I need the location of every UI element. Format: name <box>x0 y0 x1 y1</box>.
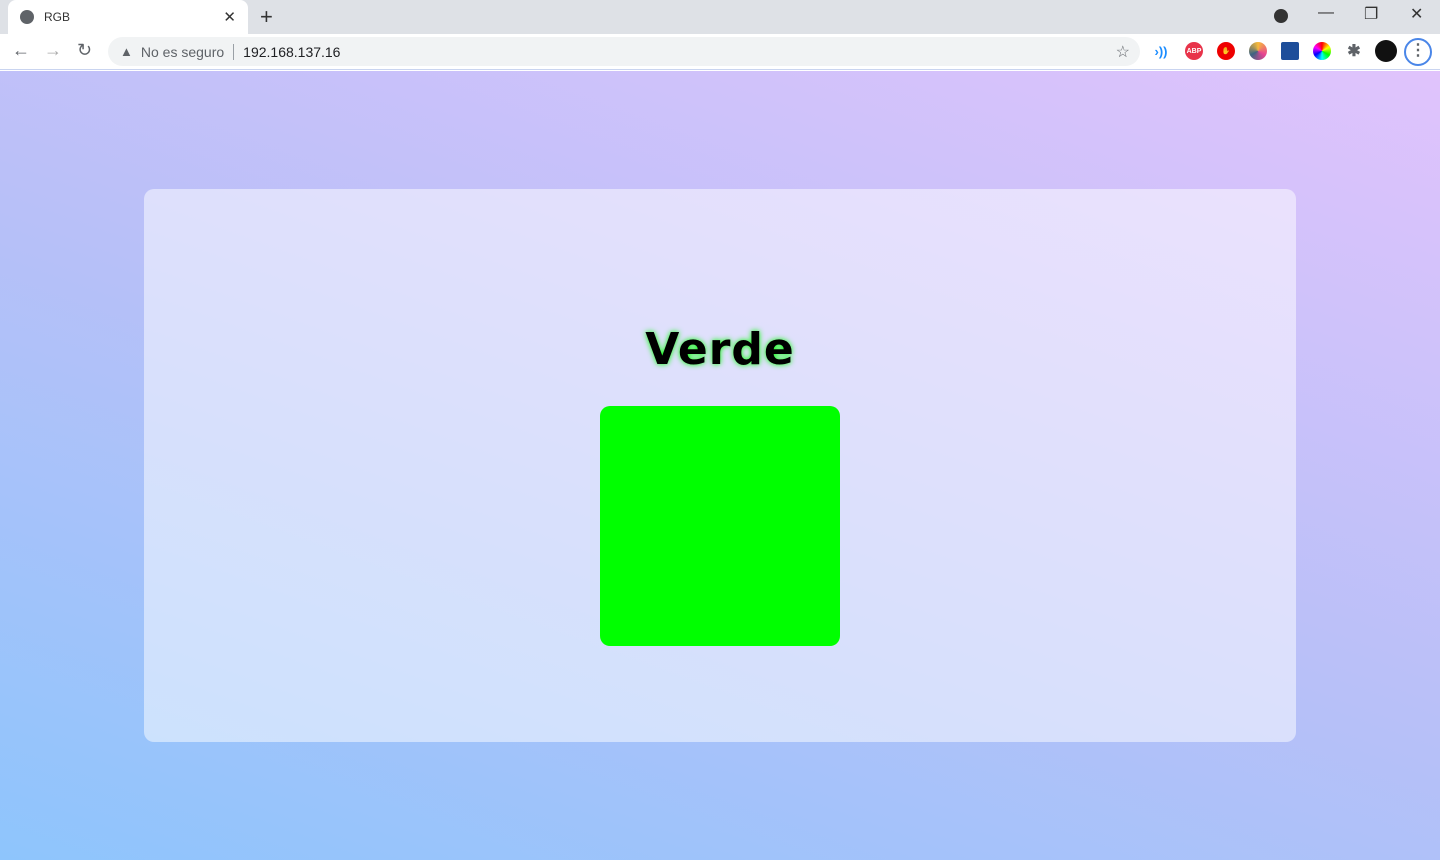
divider <box>233 43 235 60</box>
puzzle-icon[interactable]: ✱ <box>1345 42 1363 60</box>
toolbar: ← → ↻ ▲ No es seguro 192.168.137.16 ☆ ›)… <box>0 34 1440 70</box>
page-background: Verde <box>0 71 1440 860</box>
content-card: Verde <box>144 189 1296 742</box>
minimize-button[interactable]: — <box>1318 4 1334 22</box>
address-bar[interactable]: ▲ No es seguro 192.168.137.16 ☆ <box>108 37 1140 66</box>
security-label[interactable]: No es seguro <box>141 44 224 60</box>
reader-icon[interactable] <box>1281 42 1299 60</box>
bookmark-star-icon[interactable]: ☆ <box>1116 42 1130 62</box>
tab-title: RGB <box>44 10 71 24</box>
color-wheel-icon[interactable] <box>1249 42 1267 60</box>
warning-icon[interactable]: ▲ <box>120 44 133 59</box>
url-text[interactable]: 192.168.137.16 <box>243 44 340 60</box>
tab-search-icon[interactable] <box>1274 9 1288 23</box>
adblock-plus-icon[interactable]: ABP <box>1185 42 1203 60</box>
color-swatch <box>600 406 840 646</box>
close-window-button[interactable]: ✕ <box>1410 4 1423 24</box>
new-tab-button[interactable]: + <box>260 4 273 30</box>
menu-button[interactable]: ⋮ <box>1404 38 1432 66</box>
color-title: Verde <box>645 324 795 375</box>
tab-bar: RGB ✕ + — ❐ ✕ <box>0 0 1440 34</box>
globe-icon <box>20 10 34 24</box>
close-tab-icon[interactable]: ✕ <box>223 8 236 26</box>
avatar[interactable] <box>1375 40 1397 62</box>
restore-button[interactable]: ❐ <box>1364 4 1378 24</box>
tab-rgb[interactable]: RGB ✕ <box>8 0 248 34</box>
signal-icon[interactable]: ›)) <box>1152 42 1170 60</box>
back-button[interactable]: ← <box>12 40 30 61</box>
color-picker-icon[interactable] <box>1313 42 1331 60</box>
forward-button[interactable]: → <box>44 40 62 61</box>
stop-hand-icon[interactable]: ✋ <box>1217 42 1235 60</box>
reload-button[interactable]: ↻ <box>77 40 92 61</box>
